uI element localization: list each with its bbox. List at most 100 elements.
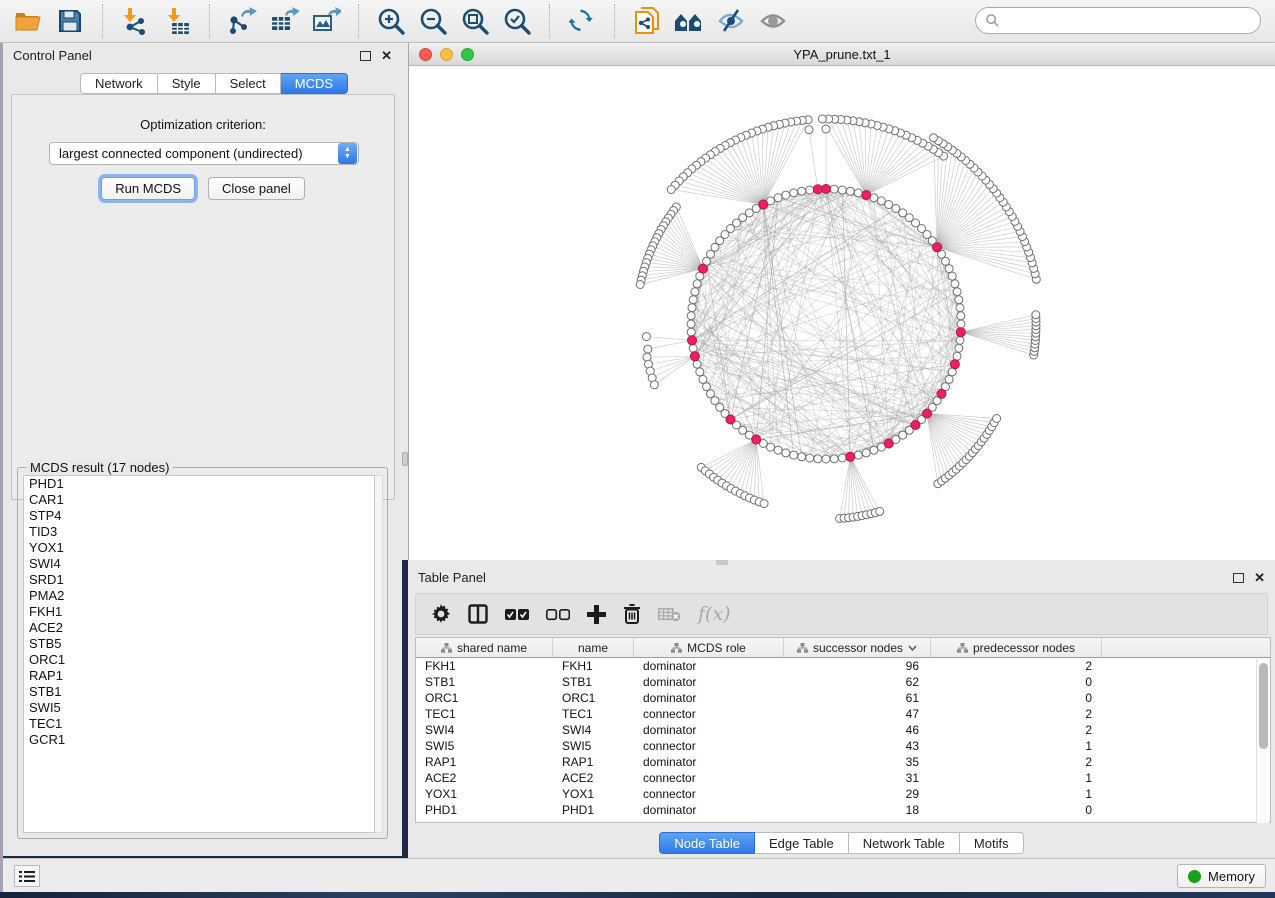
float-panel-icon[interactable]	[1233, 573, 1244, 583]
save-icon[interactable]	[52, 4, 88, 38]
table-cell: RAP1	[553, 754, 634, 770]
network-node	[818, 115, 826, 123]
sort-descending-icon	[908, 645, 917, 651]
table-row[interactable]: ACE2ACE2connector311	[416, 770, 1270, 786]
table-cell: SWI5	[553, 738, 634, 754]
share-document-icon[interactable]	[629, 4, 665, 38]
table-row[interactable]: SWI5SWI5connector431	[416, 738, 1270, 754]
float-panel-icon[interactable]	[360, 51, 371, 61]
mcds-hub-node	[759, 200, 768, 209]
network-canvas[interactable]	[409, 66, 1275, 560]
select-all-icon[interactable]	[505, 608, 529, 621]
close-panel-button[interactable]: Close panel	[208, 177, 305, 200]
tab-node-table[interactable]: Node Table	[659, 832, 755, 854]
export-network-icon[interactable]	[224, 4, 260, 38]
mcds-result-list[interactable]: PHD1CAR1STP4TID3YOX1SWI4SRD1PMA2FKH1ACE2…	[23, 475, 375, 833]
list-item[interactable]: STB5	[24, 636, 374, 652]
tab-network[interactable]: Network	[80, 73, 158, 94]
memory-button[interactable]: Memory	[1177, 864, 1266, 888]
list-item[interactable]: RAP1	[24, 668, 374, 684]
hide-details-icon[interactable]	[713, 4, 749, 38]
list-item[interactable]: GCR1	[24, 732, 374, 748]
zoom-out-icon[interactable]	[415, 4, 451, 38]
table-cell: 2	[931, 658, 1102, 674]
export-image-icon[interactable]	[308, 4, 344, 38]
list-item[interactable]: ACE2	[24, 620, 374, 636]
list-item[interactable]: SWI5	[24, 700, 374, 716]
gear-icon[interactable]	[431, 604, 451, 624]
table-cell: 43	[784, 738, 931, 754]
search-input[interactable]	[1000, 8, 1260, 33]
tab-style[interactable]: Style	[158, 73, 216, 94]
list-item[interactable]: PHD1	[24, 476, 374, 492]
table-row[interactable]: PHD1PHD1dominator180	[416, 802, 1270, 818]
control-panel-tabs: Network Style Select MCDS	[80, 73, 348, 94]
column-header[interactable]: MCDS role	[634, 638, 784, 657]
table-row[interactable]: SWI4SWI4dominator462	[416, 722, 1270, 738]
zoom-fit-icon[interactable]	[457, 4, 493, 38]
table-row[interactable]: FKH1FKH1dominator962	[416, 658, 1270, 674]
column-header[interactable]: successor nodes	[784, 638, 931, 657]
list-item[interactable]: YOX1	[24, 540, 374, 556]
import-network-icon[interactable]	[117, 4, 153, 38]
import-table-icon[interactable]	[159, 4, 195, 38]
optimization-criterion-select[interactable]: largest connected component (undirected)…	[49, 142, 359, 165]
network-window-titlebar[interactable]: YPA_prune.txt_1	[409, 43, 1275, 66]
table-cell: 18	[784, 802, 931, 818]
column-header[interactable]: name	[553, 638, 634, 657]
zoom-selected-icon[interactable]	[499, 4, 535, 38]
network-node	[691, 288, 699, 296]
delete-icon[interactable]	[623, 604, 641, 624]
list-item[interactable]: FKH1	[24, 604, 374, 620]
column-header[interactable]: shared name	[416, 638, 553, 657]
table-row[interactable]: ORC1ORC1dominator610	[416, 690, 1270, 706]
list-item[interactable]: PMA2	[24, 588, 374, 604]
tab-select[interactable]: Select	[216, 73, 281, 94]
list-item[interactable]: SRD1	[24, 572, 374, 588]
show-columns-icon[interactable]	[468, 604, 488, 624]
list-item[interactable]: STB1	[24, 684, 374, 700]
close-panel-icon[interactable]: ✕	[381, 49, 392, 62]
table-row[interactable]: YOX1YOX1connector291	[416, 786, 1270, 802]
list-item[interactable]: CAR1	[24, 492, 374, 508]
export-table-icon[interactable]	[266, 4, 302, 38]
table-scrollbar[interactable]	[1256, 659, 1269, 823]
network-node	[1032, 311, 1040, 319]
node-table[interactable]: shared namenameMCDS rolesuccessor nodesp…	[415, 637, 1271, 823]
search-network-icon[interactable]	[671, 4, 707, 38]
column-header[interactable]: predecessor nodes	[931, 638, 1102, 657]
show-details-icon[interactable]	[755, 4, 791, 38]
mcds-hub-node	[956, 328, 965, 337]
network-node	[774, 446, 782, 454]
tab-motifs[interactable]: Motifs	[960, 832, 1024, 854]
deselect-all-icon[interactable]	[546, 608, 570, 621]
optimization-criterion-label: Optimization criterion:	[12, 117, 394, 132]
table-row[interactable]: TEC1TEC1connector472	[416, 706, 1270, 722]
close-panel-icon[interactable]: ✕	[1254, 571, 1265, 584]
search-field[interactable]	[975, 7, 1261, 34]
network-node	[650, 381, 658, 389]
scrollbar-thumb[interactable]	[1259, 663, 1268, 749]
list-item[interactable]: SWI4	[24, 556, 374, 572]
task-history-button[interactable]	[14, 865, 40, 887]
zoom-in-icon[interactable]	[373, 4, 409, 38]
list-item[interactable]: ORC1	[24, 652, 374, 668]
table-panel-title: Table Panel	[418, 570, 486, 585]
list-item[interactable]: TEC1	[24, 716, 374, 732]
mcds-result-scrollbar[interactable]	[375, 475, 383, 833]
tab-mcds[interactable]: MCDS	[281, 73, 348, 94]
open-folder-icon[interactable]	[10, 4, 46, 38]
list-item[interactable]: TID3	[24, 524, 374, 540]
tab-network-table[interactable]: Network Table	[849, 832, 960, 854]
mcds-hub-node	[884, 439, 893, 448]
tab-edge-table[interactable]: Edge Table	[755, 832, 849, 854]
table-row[interactable]: RAP1RAP1dominator352	[416, 754, 1270, 770]
column-namespace-icon	[797, 643, 808, 653]
table-row[interactable]: STB1STB1dominator620	[416, 674, 1270, 690]
refresh-icon[interactable]	[564, 4, 600, 38]
toolbar-separator	[209, 4, 210, 38]
table-cell: connector	[634, 786, 784, 802]
run-mcds-button[interactable]: Run MCDS	[101, 177, 195, 200]
list-item[interactable]: STP4	[24, 508, 374, 524]
add-icon[interactable]	[587, 605, 606, 624]
